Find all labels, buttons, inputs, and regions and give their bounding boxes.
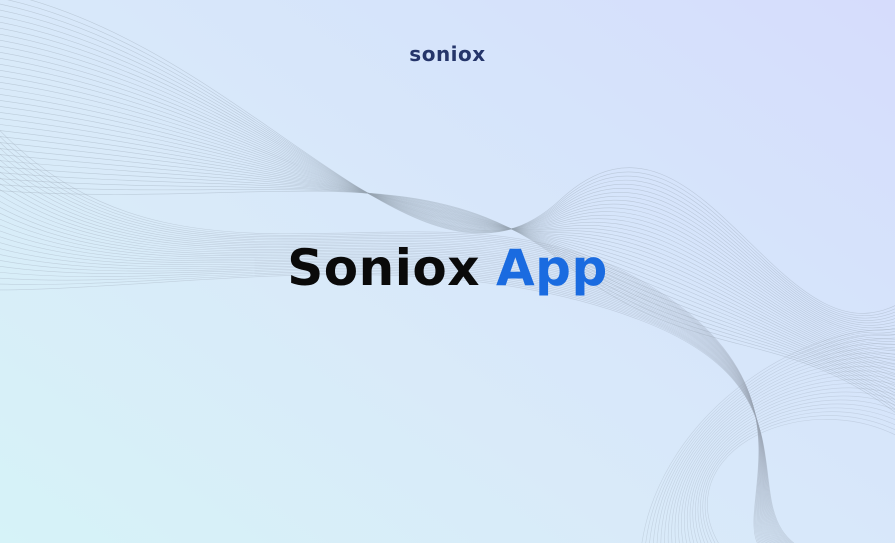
- wave-line: [0, 153, 764, 543]
- wave-line: [0, 135, 760, 543]
- wave-line: [0, 82, 895, 355]
- wave-bundle-right: [641, 329, 895, 543]
- hero-title-accent: App: [495, 239, 608, 297]
- wave-line: [681, 379, 895, 543]
- wave-line: [641, 329, 895, 543]
- wave-line: [0, 260, 788, 543]
- wave-line: [0, 177, 769, 543]
- wave-line: [0, 271, 792, 543]
- wave-line: [707, 419, 895, 543]
- wave-line: [0, 159, 765, 543]
- wave-line: [700, 407, 895, 543]
- hero-title: Soniox App: [0, 236, 895, 300]
- wave-line: [649, 338, 895, 543]
- wave-line: [0, 70, 895, 348]
- wave-line: [704, 415, 895, 543]
- wave-line: [653, 343, 895, 543]
- wave-line: [677, 374, 895, 543]
- wave-line: [689, 391, 895, 543]
- soniox-logo: soniox: [409, 42, 486, 66]
- wave-line: [0, 190, 895, 413]
- wave-line: [667, 361, 895, 543]
- wave-line: [702, 411, 895, 543]
- wave-line: [0, 141, 761, 543]
- wave-line: [0, 100, 895, 364]
- wave-line: [697, 403, 895, 543]
- wave-line: [0, 88, 895, 358]
- wave-line: [0, 76, 895, 351]
- wave-line: [0, 94, 895, 361]
- wave-line: [687, 387, 895, 543]
- hero-title-primary: Soniox: [287, 239, 480, 297]
- wave-line: [660, 352, 895, 543]
- wave-line: [695, 399, 895, 543]
- wave-line: [656, 348, 895, 543]
- wave-line: [0, 129, 760, 543]
- wave-line: [0, 165, 767, 543]
- wave-line: [645, 333, 895, 543]
- wave-line: [0, 64, 895, 345]
- wave-line: [692, 395, 895, 543]
- wave-line: [0, 184, 895, 410]
- wave-line: [671, 366, 895, 543]
- wave-line: [0, 147, 763, 543]
- wave-line: [0, 171, 768, 543]
- wave-line: [0, 274, 795, 543]
- wave-line: [664, 357, 895, 543]
- wave-line: [0, 272, 794, 543]
- wave-line: [674, 370, 895, 543]
- wave-bundle-lower: [0, 129, 795, 543]
- wave-line: [0, 265, 790, 543]
- wave-line: [0, 183, 771, 543]
- wave-line: [0, 269, 791, 543]
- wave-line: [684, 383, 895, 543]
